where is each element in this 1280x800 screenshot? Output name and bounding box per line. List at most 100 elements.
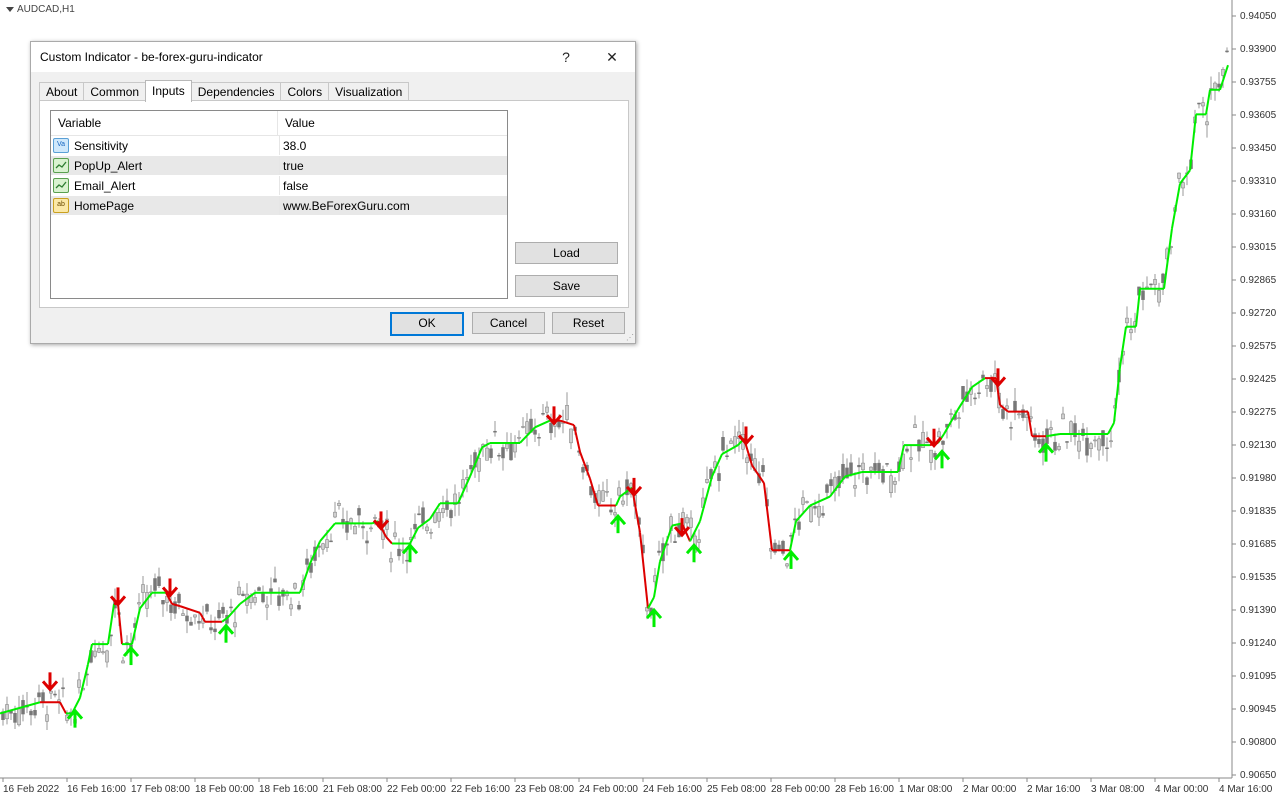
candle-body — [1001, 408, 1005, 419]
candle-body — [137, 602, 141, 605]
candle-body — [321, 543, 325, 550]
candle-body — [817, 505, 821, 518]
price-tick-label: 0.92130 — [1240, 440, 1277, 451]
candle-body — [365, 540, 369, 544]
candle-body — [189, 621, 193, 626]
candle-body — [605, 491, 609, 493]
candle-body — [93, 650, 97, 657]
candle-body — [877, 462, 881, 472]
candle-body — [1141, 290, 1145, 300]
candle-body — [1153, 279, 1157, 285]
table-row[interactable]: ab HomePage www.BeForexGuru.com — [51, 196, 507, 216]
column-header-variable[interactable]: Variable — [51, 111, 278, 135]
price-tick-label: 0.91685 — [1240, 539, 1277, 550]
candle-body — [257, 587, 261, 591]
candle-body — [209, 627, 213, 631]
candle-body — [269, 588, 273, 592]
candle-body — [1149, 283, 1153, 286]
table-row[interactable]: Va Sensitivity 38.0 — [51, 136, 507, 156]
candle-body — [801, 497, 805, 505]
tab-inputs[interactable]: Inputs — [145, 80, 192, 102]
candle-body — [45, 714, 49, 722]
price-tick-label: 0.91835 — [1240, 506, 1277, 517]
candle-body — [265, 604, 269, 608]
candle-body — [941, 440, 945, 445]
price-tick-label: 0.93450 — [1240, 143, 1277, 154]
candle-body — [853, 485, 857, 489]
variable-cell: Va Sensitivity — [51, 136, 280, 155]
tab-visualization[interactable]: Visualization — [328, 82, 410, 101]
candle-body — [297, 604, 301, 610]
candle-body — [325, 539, 329, 548]
candle-body — [657, 550, 661, 553]
candle-body — [461, 479, 465, 489]
candle-body — [885, 463, 889, 465]
value-cell[interactable]: true — [280, 159, 304, 173]
candle-body — [949, 413, 953, 415]
value-cell[interactable]: 38.0 — [280, 139, 306, 153]
table-row[interactable]: Email_Alert false — [51, 176, 507, 196]
candle-body — [1125, 317, 1129, 324]
tab-dependencies[interactable]: Dependencies — [190, 82, 282, 101]
candle-body — [813, 506, 817, 509]
reset-button[interactable]: Reset — [552, 312, 625, 334]
candle-body — [513, 443, 517, 453]
candle-body — [1013, 400, 1017, 412]
price-tick-label: 0.90650 — [1240, 770, 1277, 781]
candle-body — [705, 479, 709, 483]
candle-body — [805, 501, 809, 503]
candle-body — [421, 507, 425, 524]
candle-body — [13, 713, 17, 723]
candle-body — [497, 454, 501, 457]
save-button[interactable]: Save — [515, 275, 618, 297]
column-header-value[interactable]: Value — [278, 111, 315, 135]
variable-type-icon: Va — [53, 138, 69, 153]
chevron-down-icon — [6, 7, 14, 12]
candle-body — [905, 448, 909, 452]
ok-button[interactable]: OK — [390, 312, 464, 336]
candle-body — [357, 508, 361, 516]
candle-body — [1057, 446, 1061, 450]
candle-body — [717, 473, 721, 481]
cancel-button[interactable]: Cancel — [472, 312, 545, 334]
value-cell[interactable]: false — [280, 179, 308, 193]
close-button[interactable]: ✕ — [589, 42, 635, 72]
candle-body — [229, 606, 233, 609]
chart-symbol[interactable]: AUDCAD,H1 — [6, 4, 75, 15]
time-tick-label: 23 Feb 08:00 — [515, 784, 574, 795]
candle-body — [169, 604, 173, 613]
candle-body — [241, 593, 245, 596]
candle-body — [289, 604, 293, 610]
table-row[interactable]: PopUp_Alert true — [51, 156, 507, 176]
candle-body — [1089, 443, 1093, 449]
tab-about[interactable]: About — [39, 82, 85, 101]
resize-grip-icon[interactable]: ⋰ — [626, 334, 634, 342]
candle-body — [353, 526, 357, 535]
candle-body — [261, 593, 265, 603]
candle-body — [333, 511, 337, 518]
variable-name: HomePage — [74, 198, 135, 213]
variable-cell: ab HomePage — [51, 196, 280, 215]
candle-body — [1065, 441, 1069, 443]
candle-body — [1069, 421, 1073, 434]
candle-body — [489, 448, 493, 458]
candle-body — [537, 436, 541, 439]
time-tick-label: 22 Feb 16:00 — [451, 784, 510, 795]
candle-body — [781, 540, 785, 554]
candle-body — [745, 457, 749, 463]
price-tick-label: 0.91980 — [1240, 473, 1277, 484]
variable-name: Email_Alert — [74, 178, 136, 193]
value-cell[interactable]: www.BeForexGuru.com — [280, 199, 410, 213]
time-tick-label: 2 Mar 16:00 — [1027, 784, 1081, 795]
tab-colors[interactable]: Colors — [280, 82, 330, 101]
candle-body — [181, 613, 185, 616]
load-button[interactable]: Load — [515, 242, 618, 264]
candle-body — [77, 679, 81, 688]
help-button[interactable]: ? — [543, 42, 589, 72]
candle-body — [449, 510, 453, 519]
price-tick-label: 0.93755 — [1240, 77, 1277, 88]
candle-body — [889, 475, 893, 493]
dialog-title-bar[interactable]: Custom Indicator - be-forex-guru-indicat… — [31, 42, 635, 72]
tab-common[interactable]: Common — [83, 82, 147, 101]
candle-body — [205, 604, 209, 612]
